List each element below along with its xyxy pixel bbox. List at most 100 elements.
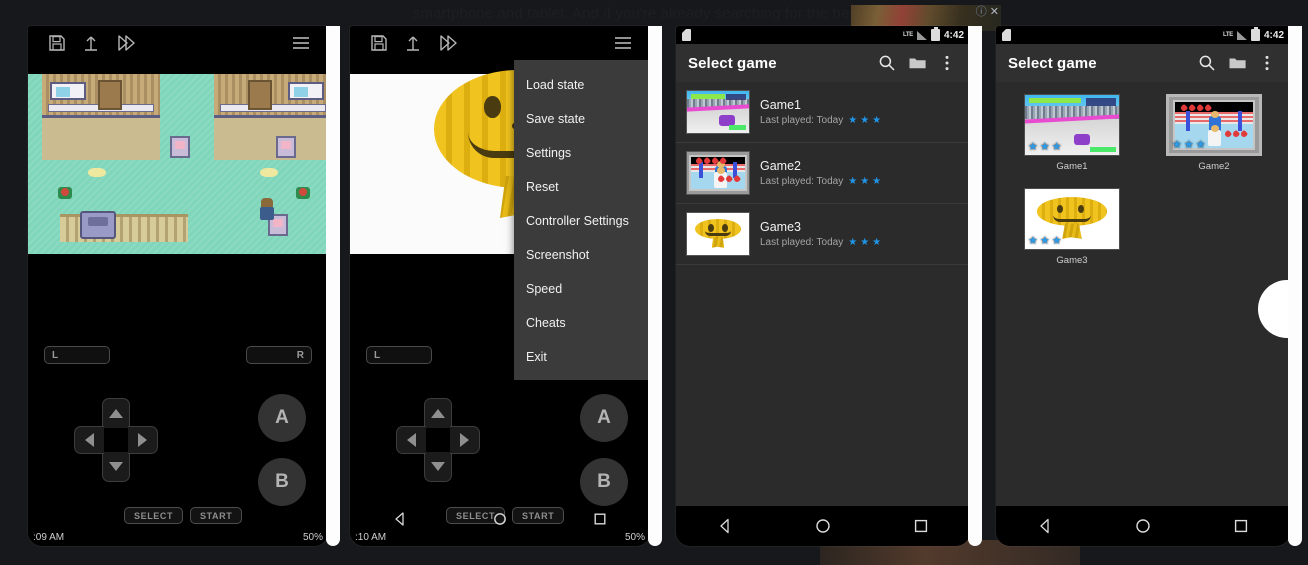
folder-icon[interactable] [902, 48, 932, 78]
fast-forward-icon[interactable] [108, 29, 142, 57]
menu-item-screenshot[interactable]: Screenshot [514, 238, 650, 272]
button-a[interactable]: A [258, 394, 306, 442]
dpad[interactable] [74, 398, 158, 482]
button-a[interactable]: A [580, 394, 628, 442]
menu-item-save-state[interactable]: Save state [514, 102, 650, 136]
emulator-status-bar: :09 AM 50% [28, 528, 328, 546]
clock-text: :09 AM [33, 531, 65, 543]
overflow-menu-icon[interactable] [1252, 48, 1282, 78]
back-icon[interactable] [1015, 517, 1075, 535]
network-type-label: LTE [1222, 32, 1233, 38]
game-name: Game1 [760, 98, 801, 112]
back-icon[interactable] [370, 511, 430, 527]
signal-icon [916, 30, 927, 40]
shoulder-button-l[interactable]: L [44, 346, 110, 364]
emulator-game-screen[interactable] [28, 60, 328, 282]
list-item[interactable]: Game1 Last played: Today ★ ★ ★ [676, 82, 970, 143]
dpad-left-button[interactable] [396, 426, 426, 454]
battery-text: 50% [624, 531, 645, 543]
rating-stars[interactable]: ★ ★ ★ [1028, 236, 1062, 247]
rating-stars[interactable]: ★ ★ ★ [1172, 140, 1206, 151]
dpad[interactable] [396, 398, 480, 482]
game-name: Game1 [1056, 161, 1088, 172]
button-b[interactable]: B [580, 458, 628, 506]
recents-icon[interactable] [1211, 517, 1271, 535]
dpad-up-button[interactable] [102, 398, 130, 428]
select-button[interactable]: SELECT [446, 507, 506, 524]
dpad-down-button[interactable] [102, 452, 130, 482]
battery-icon [930, 27, 940, 41]
rating-stars[interactable]: ★ ★ ★ [848, 115, 881, 126]
close-icon[interactable]: ✕ [990, 7, 999, 18]
grid-item[interactable]: ★ ★ ★ Game1 [1006, 94, 1138, 172]
select-button[interactable]: SELECT [124, 507, 184, 524]
game-thumbnail[interactable]: ★ ★ ★ [1024, 94, 1120, 156]
page-title: Select game [688, 54, 777, 72]
menu-item-controller-settings[interactable]: Controller Settings [514, 204, 650, 238]
dpad-down-button[interactable] [424, 452, 452, 482]
status-clock: 4:42 [1263, 29, 1284, 41]
emulator-dropdown-menu[interactable]: Load state Save state Settings Reset Con… [514, 60, 650, 380]
signal-icon [1236, 30, 1247, 40]
menu-item-exit[interactable]: Exit [514, 340, 650, 374]
list-item[interactable]: Game3 Last played: Today ★ ★ ★ [676, 204, 970, 265]
upload-arrow-icon[interactable] [396, 29, 430, 57]
game-thumbnail [686, 212, 750, 256]
rating-stars[interactable]: ★ ★ ★ [1028, 142, 1062, 153]
rating-stars[interactable]: ★ ★ ★ [848, 237, 881, 248]
menu-item-load-state[interactable]: Load state [514, 68, 650, 102]
game-thumbnail [686, 90, 750, 134]
rating-stars[interactable]: ★ ★ ★ [848, 176, 881, 187]
hamburger-menu-icon[interactable] [284, 29, 318, 57]
dpad-right-button[interactable] [450, 426, 480, 454]
game-name: Game3 [1056, 255, 1088, 266]
back-icon[interactable] [695, 517, 755, 535]
screenshot-root: smartphone and tablet. And if you're alr… [0, 0, 1308, 565]
game-thumbnail [686, 151, 750, 195]
shoulder-button-r[interactable]: R [246, 346, 312, 364]
fast-forward-icon[interactable] [430, 29, 464, 57]
grid-item[interactable]: ★ ★ ★ Game2 [1148, 94, 1280, 172]
menu-item-settings[interactable]: Settings [514, 136, 650, 170]
dpad-left-button[interactable] [74, 426, 104, 454]
menu-item-cheats[interactable]: Cheats [514, 306, 650, 340]
panel-game-list: LTE 4:42 Select game Game1 Last played: … [676, 26, 970, 546]
page-gap-2 [648, 26, 662, 546]
shoulder-button-l[interactable]: L [366, 346, 432, 364]
panel-emulator-menu: L A B SELECT START:10 AM 50% Load state… [350, 26, 650, 546]
home-icon[interactable] [793, 517, 853, 535]
network-type-label: LTE [902, 32, 913, 38]
start-button[interactable]: START [512, 507, 565, 524]
panel-game-grid: LTE 4:42 Select game ★ ★ ★ Game1 ★ ★ ★ G… [996, 26, 1290, 546]
info-icon[interactable]: ⓘ [976, 7, 987, 18]
overflow-menu-icon[interactable] [932, 48, 962, 78]
page-gap-3 [968, 26, 982, 546]
dpad-up-button[interactable] [424, 398, 452, 428]
start-button[interactable]: START [190, 507, 243, 524]
button-b[interactable]: B [258, 458, 306, 506]
emulator-toolbar [28, 26, 328, 60]
menu-item-speed[interactable]: Speed [514, 272, 650, 306]
android-status-bar: LTE 4:42 [996, 26, 1290, 44]
menu-item-reset[interactable]: Reset [514, 170, 650, 204]
home-icon[interactable] [1113, 517, 1173, 535]
floppy-save-icon[interactable] [40, 29, 74, 57]
grid-item[interactable]: ★ ★ ★ Game3 [1006, 188, 1138, 266]
game-grid: ★ ★ ★ Game1 ★ ★ ★ Game2 ★ ★ ★ Game3 [996, 82, 1290, 278]
list-item[interactable]: Game2 Last played: Today ★ ★ ★ [676, 143, 970, 204]
search-icon[interactable] [872, 48, 902, 78]
dpad-right-button[interactable] [128, 426, 158, 454]
game-thumbnail[interactable]: ★ ★ ★ [1024, 188, 1120, 250]
recents-icon[interactable] [891, 517, 951, 535]
recents-icon[interactable] [570, 511, 630, 527]
hamburger-menu-icon[interactable] [606, 29, 640, 57]
panel-emulator-running: L R A B SELECT START :09 AM 50% [28, 26, 328, 546]
floppy-save-icon[interactable] [362, 29, 396, 57]
game-thumbnail[interactable]: ★ ★ ★ [1166, 94, 1262, 156]
upload-arrow-icon[interactable] [74, 29, 108, 57]
search-icon[interactable] [1192, 48, 1222, 78]
folder-icon[interactable] [1222, 48, 1252, 78]
sim-card-icon [682, 29, 691, 41]
emulator-status-bar-2: :10 AM 50% [350, 528, 650, 546]
last-played-text: Last played: Today [760, 115, 844, 126]
